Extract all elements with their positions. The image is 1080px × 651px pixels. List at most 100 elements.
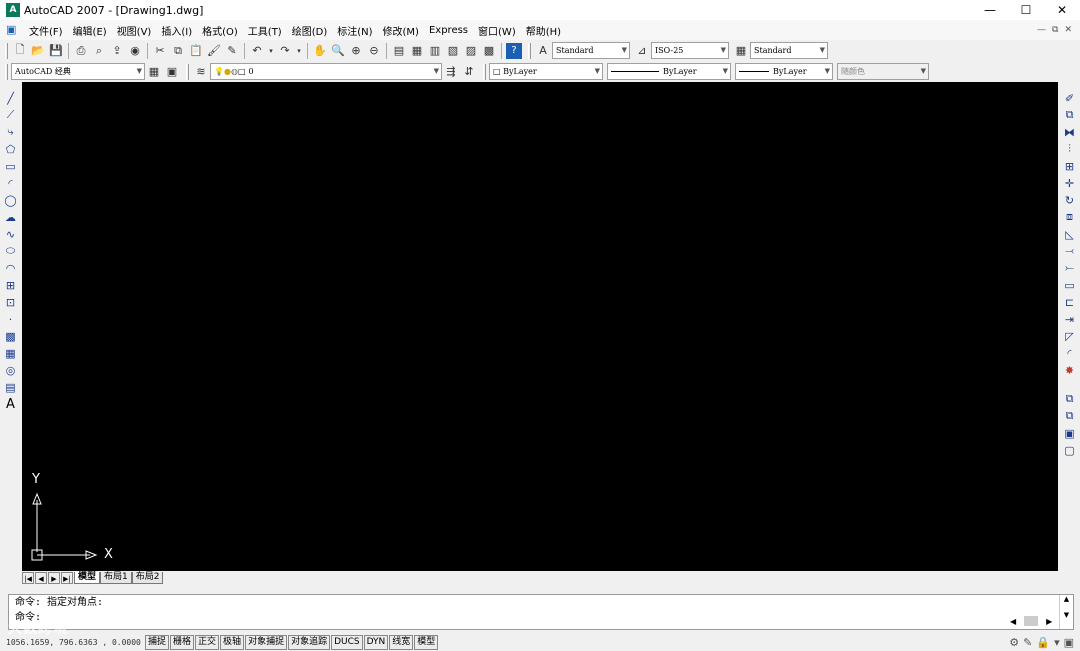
ortho-toggle[interactable]: 正交 <box>195 634 220 650</box>
menu-edit[interactable]: 编辑(E) <box>68 23 112 38</box>
insert-block-icon[interactable]: ⊞ <box>3 277 19 293</box>
redo-dropdown-icon[interactable]: ▾ <box>295 43 303 59</box>
zoom-window-icon[interactable]: ⊕ <box>348 43 364 59</box>
undo-dropdown-icon[interactable]: ▾ <box>267 43 275 59</box>
command-scrollbar[interactable]: ▲ ▼ <box>1059 595 1073 629</box>
send-to-back-icon[interactable]: ⧉ <box>1062 408 1078 424</box>
lineweight-select[interactable]: ByLayer ▼ <box>735 63 833 80</box>
table-icon[interactable]: ▤ <box>3 379 19 395</box>
polyline-icon[interactable]: ⤷ <box>3 124 19 140</box>
design-center-icon[interactable]: ▦ <box>409 43 425 59</box>
copy-icon[interactable]: ⧉ <box>170 43 186 59</box>
minimize-button[interactable]: — <box>972 0 1008 20</box>
erase-icon[interactable]: ✐ <box>1062 90 1078 106</box>
dim-style-select[interactable]: ISO-25 ▼ <box>651 42 729 59</box>
coordinate-readout[interactable]: 1056.1659, 796.6363 , 0.0000 <box>0 638 145 647</box>
properties-icon[interactable]: ▤ <box>391 43 407 59</box>
gradient-icon[interactable]: ▦ <box>3 345 19 361</box>
doc-restore-button[interactable]: ⧉ <box>1052 25 1058 35</box>
zoom-previous-icon[interactable]: ⊖ <box>366 43 382 59</box>
tab-model[interactable]: 模型 <box>74 572 101 584</box>
polygon-icon[interactable]: ⬠ <box>3 141 19 157</box>
revision-cloud-icon[interactable]: ☁ <box>3 209 19 225</box>
zoom-realtime-icon[interactable]: 🔍 <box>330 43 346 59</box>
save-icon[interactable]: 💾 <box>48 43 64 59</box>
scroll-thumb[interactable] <box>1024 616 1039 626</box>
menu-file[interactable]: 文件(F) <box>24 23 68 38</box>
color-select[interactable]: □ ByLayer ▼ <box>489 63 603 80</box>
circle-icon[interactable]: ◯ <box>3 192 19 208</box>
menu-dimension[interactable]: 标注(N) <box>332 23 377 38</box>
calculator-icon[interactable]: ▩ <box>481 43 497 59</box>
workspace-settings-icon[interactable]: ▦ <box>146 64 162 80</box>
trim-icon[interactable]: ⤙ <box>1062 243 1078 259</box>
match-properties-icon[interactable]: 🖌 <box>206 43 222 59</box>
status-menu-icon[interactable]: ▾ <box>1054 636 1060 649</box>
toolbar-grip[interactable] <box>5 42 8 59</box>
tab-layout2[interactable]: 布局2 <box>131 572 164 584</box>
document-icon[interactable]: ▣ <box>6 23 22 37</box>
send-under-icon[interactable]: ▢ <box>1062 442 1078 458</box>
pan-icon[interactable]: ✋ <box>312 43 328 59</box>
3d-dwf-icon[interactable]: ◉ <box>127 43 143 59</box>
doc-close-button[interactable]: ✕ <box>1064 25 1072 35</box>
dyn-toggle[interactable]: DYN <box>363 634 389 650</box>
spline-icon[interactable]: ∿ <box>3 226 19 242</box>
prev-tab-button[interactable]: ◀ <box>35 572 47 584</box>
offset-icon[interactable]: ⫶ <box>1062 141 1078 157</box>
drawing-canvas[interactable]: Y X <box>22 82 1058 572</box>
menu-express[interactable]: Express <box>424 25 473 36</box>
scroll-left-icon[interactable]: ◀ <box>1010 617 1016 626</box>
explode-icon[interactable]: ✸ <box>1062 362 1078 378</box>
workspace-save-icon[interactable]: ▣ <box>164 64 180 80</box>
array-icon[interactable]: ⊞ <box>1062 158 1078 174</box>
text-style-select[interactable]: Standard ▼ <box>552 42 630 59</box>
publish-icon[interactable]: ⇪ <box>109 43 125 59</box>
new-file-icon[interactable]: 🗋 <box>12 43 28 59</box>
mirror-icon[interactable]: ⧓ <box>1062 124 1078 140</box>
multiline-text-icon[interactable]: A <box>3 396 19 412</box>
chamfer-icon[interactable]: ◸ <box>1062 328 1078 344</box>
clean-screen-icon[interactable]: ▣ <box>1064 636 1074 649</box>
line-icon[interactable]: ╱ <box>3 90 19 106</box>
bring-above-icon[interactable]: ▣ <box>1062 425 1078 441</box>
menu-modify[interactable]: 修改(M) <box>378 23 424 38</box>
last-tab-button[interactable]: ▶| <box>61 572 73 584</box>
polar-toggle[interactable]: 极轴 <box>220 634 245 650</box>
join-icon[interactable]: ⇥ <box>1062 311 1078 327</box>
styles-toolbar-grip[interactable] <box>528 42 531 59</box>
command-window[interactable]: 命令: 指定对角点: 命令: ▲ ▼ <box>8 594 1074 630</box>
tab-layout1[interactable]: 布局1 <box>100 572 132 584</box>
menu-window[interactable]: 窗口(W) <box>473 23 521 38</box>
menu-insert[interactable]: 插入(I) <box>156 23 197 38</box>
grid-toggle[interactable]: 栅格 <box>170 634 195 650</box>
menu-format[interactable]: 格式(O) <box>197 23 243 38</box>
rotate-icon[interactable]: ↻ <box>1062 192 1078 208</box>
menu-draw[interactable]: 绘图(D) <box>287 23 333 38</box>
region-icon[interactable]: ◎ <box>3 362 19 378</box>
break-icon[interactable]: ⊏ <box>1062 294 1078 310</box>
tool-palettes-icon[interactable]: ▥ <box>427 43 443 59</box>
osnap-toggle[interactable]: 对象捕捉 <box>245 634 288 650</box>
plot-style-select[interactable]: 随颜色 ▼ <box>837 63 929 80</box>
copy-object-icon[interactable]: ⧉ <box>1062 107 1078 123</box>
stretch-icon[interactable]: ◺ <box>1062 226 1078 242</box>
horizontal-scrollbar[interactable]: ◀ ▶ <box>1010 614 1058 628</box>
construction-line-icon[interactable]: ⟋ <box>3 107 19 123</box>
arc-icon[interactable]: ◜ <box>3 175 19 191</box>
communication-center-icon[interactable]: ⚙ <box>1009 636 1019 649</box>
hatch-icon[interactable]: ▩ <box>3 328 19 344</box>
cut-icon[interactable]: ✂ <box>152 43 168 59</box>
snap-toggle[interactable]: 捕捉 <box>145 634 170 650</box>
layer-previous-icon[interactable]: ⇵ <box>461 64 477 80</box>
undo-icon[interactable]: ↶ <box>249 43 265 59</box>
open-file-icon[interactable]: 📂 <box>30 43 46 59</box>
ellipse-icon[interactable]: ⬭ <box>3 243 19 259</box>
command-prompt[interactable]: 命令: <box>9 610 1073 625</box>
menu-help[interactable]: 帮助(H) <box>521 23 566 38</box>
menu-tools[interactable]: 工具(T) <box>243 23 287 38</box>
model-space-toggle[interactable]: 模型 <box>414 634 439 650</box>
fillet-icon[interactable]: ◜ <box>1062 345 1078 361</box>
scale-icon[interactable]: ⧈ <box>1062 209 1078 225</box>
first-tab-button[interactable]: |◀ <box>22 572 34 584</box>
